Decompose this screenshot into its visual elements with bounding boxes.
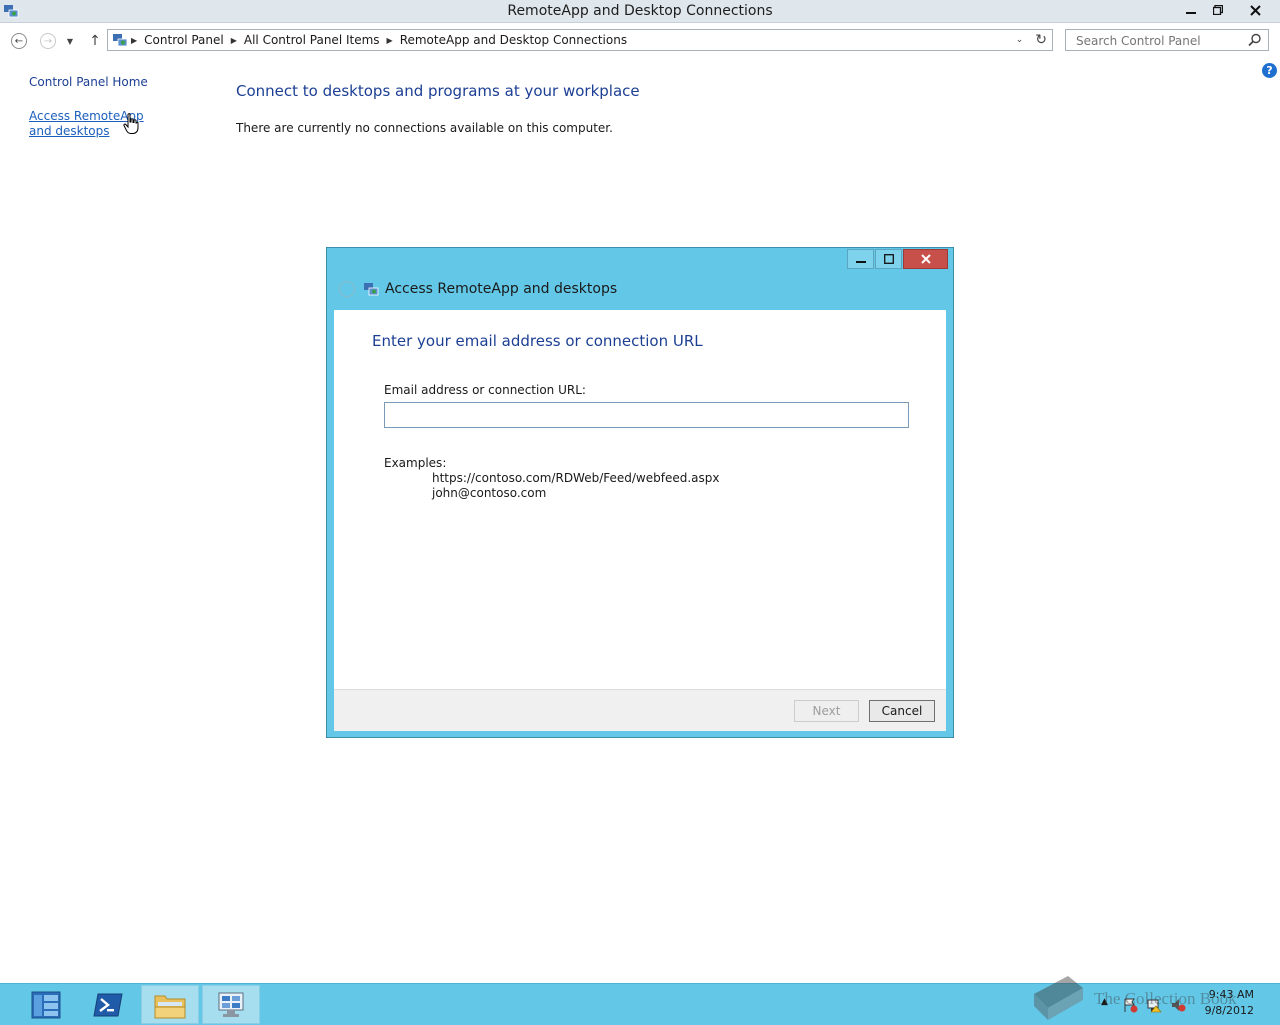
restore-icon	[1213, 5, 1223, 15]
remoteapp-icon	[364, 283, 379, 296]
restore-button[interactable]	[1205, 0, 1231, 20]
recent-locations-button[interactable]: ▼	[63, 32, 77, 50]
forward-button[interactable]: →	[39, 32, 57, 50]
connection-url-input[interactable]	[384, 402, 909, 428]
back-arrow-icon: ←	[11, 33, 27, 49]
address-dropdown-icon[interactable]: ⌄	[1016, 35, 1024, 45]
dialog-header: Access RemoteApp and desktops	[339, 281, 617, 297]
breadcrumb-control-panel[interactable]: Control Panel	[144, 33, 224, 47]
left-pane: Control Panel Home Access RemoteApp and …	[29, 74, 209, 139]
access-remoteapp-link[interactable]: Access RemoteApp and desktops	[29, 109, 169, 139]
search-input[interactable]	[1074, 31, 1248, 51]
up-arrow-icon: ↑	[89, 33, 101, 49]
breadcrumb-separator-icon[interactable]: ▶	[387, 36, 393, 45]
no-connections-message: There are currently no connections avail…	[236, 121, 613, 135]
taskbar-server-manager[interactable]	[17, 985, 75, 1024]
minimize-button[interactable]	[1178, 0, 1204, 20]
breadcrumb-separator-icon[interactable]: ▶	[231, 36, 237, 45]
dialog-back-button[interactable]	[339, 281, 355, 297]
address-bar[interactable]: ▶ Control Panel ▶ All Control Panel Item…	[107, 29, 1053, 51]
server-manager-icon	[31, 991, 61, 1018]
dialog-footer: Next Cancel	[334, 689, 946, 731]
page-heading: Connect to desktops and programs at your…	[236, 82, 640, 100]
minimize-icon	[855, 261, 866, 263]
breadcrumb-separator-icon[interactable]: ▶	[131, 36, 137, 45]
window-title: RemoteApp and Desktop Connections	[507, 3, 773, 19]
search-box[interactable]	[1065, 29, 1269, 51]
dialog-minimize-button[interactable]	[847, 249, 874, 269]
forward-arrow-icon: →	[40, 33, 56, 49]
control-panel-home-link[interactable]: Control Panel Home	[29, 75, 209, 89]
minimize-icon	[1186, 12, 1196, 14]
cancel-button[interactable]: Cancel	[869, 700, 935, 722]
access-remoteapp-dialog: Access RemoteApp and desktops Enter your…	[326, 247, 954, 738]
close-icon	[920, 254, 931, 264]
close-button[interactable]	[1232, 0, 1278, 20]
dialog-heading: Enter your email address or connection U…	[372, 332, 703, 350]
search-icon[interactable]	[1248, 33, 1262, 47]
dialog-title: Access RemoteApp and desktops	[385, 281, 618, 297]
hand-cursor-icon	[123, 113, 139, 134]
control-panel-icon	[218, 992, 244, 1017]
back-button[interactable]: ←	[10, 32, 28, 50]
connection-url-label: Email address or connection URL:	[384, 383, 586, 397]
example-email: john@contoso.com	[432, 486, 547, 500]
next-button[interactable]: Next	[794, 700, 859, 722]
maximize-icon	[883, 254, 894, 264]
taskbar-powershell[interactable]	[79, 985, 137, 1024]
up-button[interactable]: ↑	[86, 32, 104, 50]
control-panel-icon	[113, 34, 128, 47]
close-icon	[1249, 4, 1261, 16]
window-titlebar[interactable]: RemoteApp and Desktop Connections	[0, 0, 1280, 23]
refresh-icon[interactable]: ↻	[1035, 32, 1047, 48]
breadcrumb-all-items[interactable]: All Control Panel Items	[244, 33, 380, 47]
navigation-bar: ← → ▼ ↑ ▶ Control Panel ▶ All Control Pa…	[0, 28, 1280, 54]
taskbar-control-panel[interactable]	[202, 985, 260, 1024]
help-icon[interactable]: ?	[1262, 63, 1277, 78]
example-url: https://contoso.com/RDWeb/Feed/webfeed.a…	[432, 471, 720, 485]
breadcrumb-remoteapp[interactable]: RemoteApp and Desktop Connections	[400, 33, 627, 47]
taskbar: ▲ 9:43 AM 9/8/2012	[0, 983, 1280, 1025]
watermark-text: The Collection Book	[1094, 989, 1237, 1008]
chevron-down-icon: ▼	[66, 36, 74, 46]
powershell-icon	[93, 993, 123, 1016]
taskbar-file-explorer[interactable]	[141, 985, 199, 1024]
dialog-body: Enter your email address or connection U…	[334, 310, 946, 689]
examples-label: Examples:	[384, 456, 447, 470]
dialog-close-button[interactable]	[903, 249, 948, 269]
dialog-maximize-button[interactable]	[875, 249, 902, 269]
file-explorer-icon	[154, 995, 186, 1018]
book-watermark-icon	[1034, 976, 1083, 1020]
